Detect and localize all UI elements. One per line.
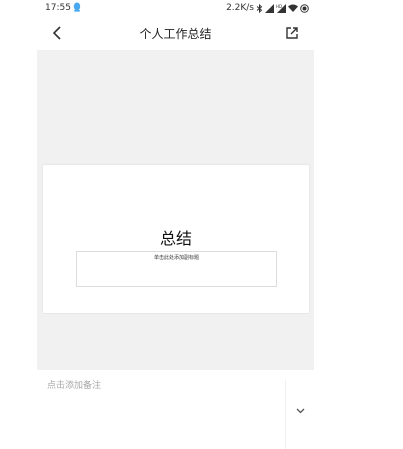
qq-bubble-icon [73, 2, 81, 12]
slide-preview-area: 总结 单击此处添加副标题 [37, 50, 314, 370]
battery-icon [300, 3, 309, 13]
status-time: 17:55 [45, 3, 71, 13]
slide-card[interactable]: 总结 单击此处添加副标题 [43, 165, 309, 313]
share-button[interactable] [282, 23, 302, 43]
title-bar: 个人工作总结 [37, 16, 314, 50]
chevron-down-icon [296, 408, 304, 414]
notes-expand-button[interactable] [293, 404, 307, 418]
hd-signal-icon: HD [276, 3, 286, 13]
notes-area[interactable]: 点击添加备注 [37, 370, 314, 449]
external-share-icon [286, 27, 298, 39]
net-speed: 2.2K/s [226, 3, 254, 13]
svg-text:HD: HD [276, 4, 282, 9]
signal-icon [265, 3, 274, 13]
status-icons: 2.2K/s HD [226, 3, 309, 13]
page-title: 个人工作总结 [139, 27, 212, 41]
subtitle-placeholder-text: 单击此处添加副标题 [153, 255, 199, 261]
slide-title[interactable]: 总结 [43, 225, 309, 249]
bluetooth-icon [256, 3, 263, 13]
wifi-icon [288, 4, 298, 12]
subtitle-placeholder-box[interactable]: 单击此处添加副标题 [76, 251, 277, 287]
status-bar: 17:55 2.2K/s HD [37, 0, 314, 16]
notes-divider [285, 380, 286, 449]
phone-screen: 17:55 2.2K/s HD 个人工作总结 总结 单击此处添加副标题 点击添加… [37, 0, 314, 449]
notes-placeholder[interactable]: 点击添加备注 [47, 378, 101, 391]
